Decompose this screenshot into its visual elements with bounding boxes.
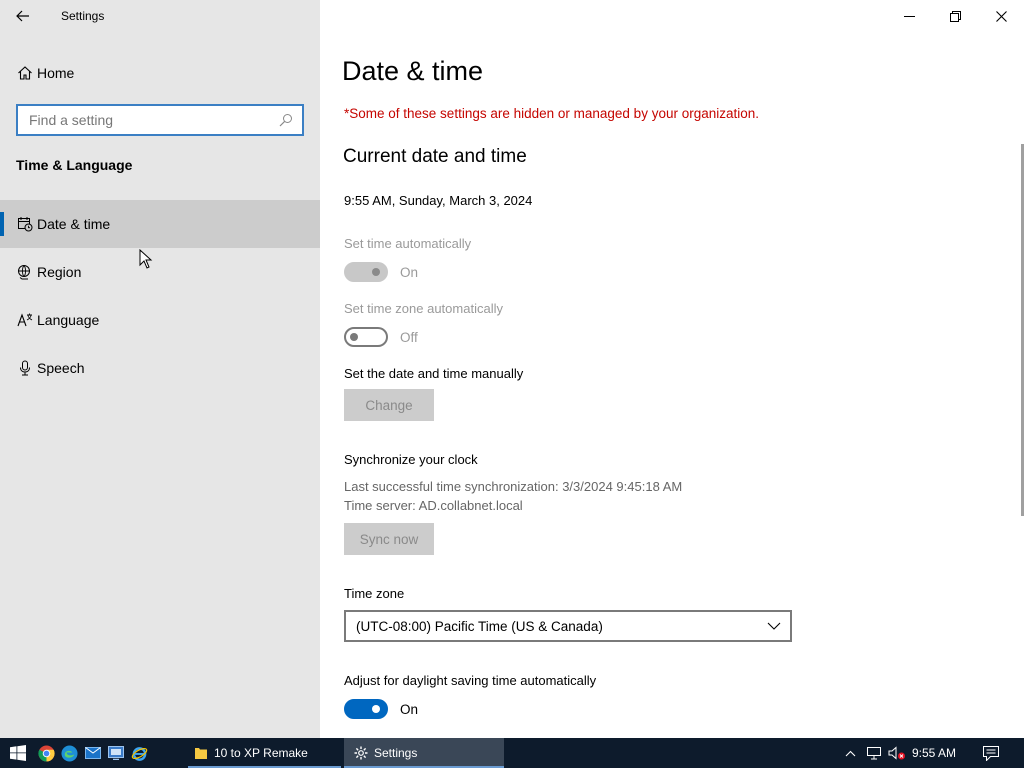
globe-icon [16,263,34,281]
time-zone-dropdown[interactable]: (UTC-08:00) Pacific Time (US & Canada) [344,610,792,642]
set-time-auto-label: Set time automatically [344,236,472,251]
home-nav-item[interactable]: Home [0,56,320,90]
current-date-time-heading: Current date and time [343,146,527,167]
taskbar: 10 to XP Remake Settings 9:55 AM [0,738,1024,768]
dst-label: Adjust for daylight saving time automati… [344,673,597,688]
back-arrow-icon [16,10,29,22]
dst-state: On [400,702,419,717]
toggle-knob [372,705,380,713]
sidebar-item-label: Date & time [37,216,111,232]
chevron-up-icon [845,750,855,756]
sidebar-item-label: Speech [37,360,85,376]
change-button[interactable]: Change [344,389,434,421]
restore-button[interactable] [932,0,978,32]
taskbar-clock[interactable]: 9:55 AM [912,738,956,768]
sidebar-item-label: Language [37,312,100,328]
sidebar-item-language[interactable]: Language [0,296,320,344]
time-zone-value: (UTC-08:00) Pacific Time (US & Canada) [356,618,603,634]
calendar-clock-icon [16,215,34,233]
taskbar-item-label: 10 to XP Remake [214,746,308,760]
time-zone-label: Time zone [344,586,405,601]
set-tz-auto-toggle[interactable] [344,327,388,347]
search-input[interactable] [27,111,271,129]
folder-icon [195,748,207,759]
sync-heading: Synchronize your clock [344,452,478,467]
network-button[interactable] [864,738,884,768]
home-label: Home [37,65,75,81]
dst-toggle[interactable] [344,699,388,719]
back-button[interactable] [0,0,46,32]
time-server-text: Time server: AD.collabnet.local [344,498,523,513]
section-title: Time & Language [16,157,133,173]
edge-icon [61,744,78,762]
set-time-auto-state: On [400,265,419,280]
taskbar-item-settings[interactable]: Settings [344,738,504,768]
sidebar-item-region[interactable]: Region [0,248,320,296]
internet-explorer-taskbar-button[interactable] [128,738,151,768]
taskbar-item-label: Settings [374,746,418,760]
manual-date-time-label: Set the date and time manually [344,366,524,381]
restore-icon [949,10,961,22]
volume-button[interactable] [887,738,907,768]
taskbar-item-file-explorer[interactable]: 10 to XP Remake [188,738,341,768]
mail-taskbar-button[interactable] [81,738,104,768]
notification-icon [983,745,999,761]
language-icon [16,311,34,329]
title-bar: Settings [0,0,320,32]
current-date-time: 9:55 AM, Sunday, March 3, 2024 [344,193,533,208]
sidebar-item-speech[interactable]: Speech [0,344,320,392]
search-icon[interactable] [278,112,294,128]
action-center-button[interactable] [980,738,1002,768]
app-title: Settings [61,9,105,23]
home-icon [16,64,34,82]
sync-now-button[interactable]: Sync now [344,523,434,555]
volume-muted-icon [888,746,905,760]
toggle-knob [350,333,358,341]
organization-warning: *Some of these settings are hidden or ma… [344,106,760,121]
page-title: Date & time [342,56,484,86]
toggle-knob [372,268,380,276]
mouse-cursor-icon [139,249,153,269]
internet-explorer-icon [131,746,148,761]
search-box[interactable] [16,104,304,136]
control-panel-icon [107,746,124,760]
chrome-icon [38,744,55,762]
windows-logo-icon [9,745,26,761]
sidebar-item-label: Region [37,264,82,280]
sidebar: Settings Home Time & Language Date & tim… [0,0,320,738]
network-icon [867,747,881,760]
minimize-button[interactable] [886,0,932,32]
control-panel-taskbar-button[interactable] [104,738,127,768]
chevron-down-icon [767,619,781,633]
edge-taskbar-button[interactable] [58,738,81,768]
last-sync-text: Last successful time synchronization: 3/… [344,479,683,494]
main-content: Date & time *Some of these settings are … [320,32,1024,738]
minimize-icon [903,15,915,17]
set-time-auto-toggle[interactable] [344,262,388,282]
set-tz-auto-label: Set time zone automatically [344,301,503,316]
microphone-icon [16,359,34,377]
mail-icon [84,747,101,759]
close-icon [995,10,1007,22]
sidebar-item-date-time[interactable]: Date & time [0,200,320,248]
chrome-taskbar-button[interactable] [35,738,58,768]
close-button[interactable] [978,0,1024,32]
start-button[interactable] [6,738,29,768]
set-tz-auto-state: Off [400,330,418,345]
window-controls [886,0,1024,32]
show-hidden-icons-button[interactable] [842,738,858,768]
gear-icon [354,746,368,760]
